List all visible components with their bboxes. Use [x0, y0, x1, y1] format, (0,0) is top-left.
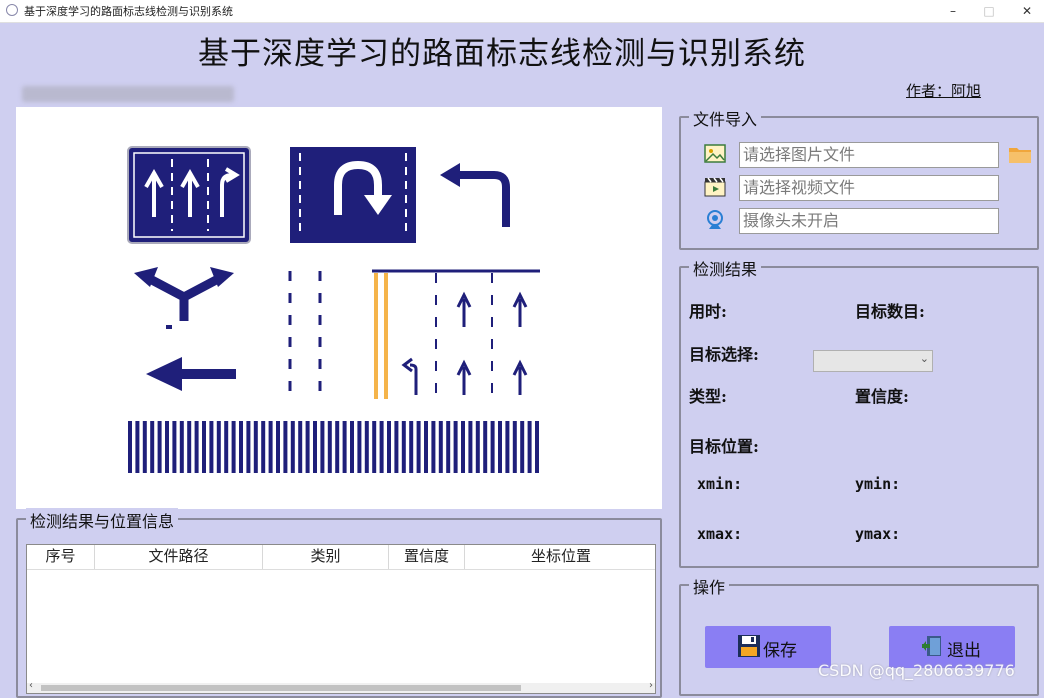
video-file-input[interactable]: 请选择视频文件 — [739, 175, 999, 201]
scroll-left-icon[interactable]: ‹ — [29, 680, 33, 691]
table-header: 序号 文件路径 类别 置信度 坐标位置 — [27, 545, 655, 570]
image-file-input[interactable]: 请选择图片文件 — [739, 142, 999, 168]
count-label: 目标数目: — [855, 302, 925, 321]
ymax-label: ymax: — [855, 525, 901, 543]
file-import-title: 文件导入 — [689, 106, 762, 130]
chevron-down-icon: ⌄ — [919, 352, 929, 365]
target-select-label: 目标选择: — [689, 345, 759, 364]
app-icon — [6, 4, 18, 16]
scrollbar-thumb[interactable] — [41, 685, 521, 691]
time-label: 用时: — [689, 302, 727, 321]
save-icon — [738, 635, 760, 657]
col-file-path[interactable]: 文件路径 — [95, 545, 263, 569]
detect-result-title: 检测结果 — [689, 256, 762, 280]
left-arrow — [146, 357, 236, 391]
target-select[interactable]: ⌄ — [813, 350, 933, 372]
camera-icon[interactable] — [703, 208, 729, 234]
col-class[interactable]: 类别 — [263, 545, 389, 569]
results-table-title: 检测结果与位置信息 — [26, 508, 179, 532]
position-label: 目标位置: — [689, 437, 759, 456]
watermark: CSDN @qq_2806639776 — [818, 661, 1015, 680]
window-title: 基于深度学习的路面标志线检测与识别系统 — [24, 5, 233, 18]
save-button[interactable]: 保存 — [705, 626, 831, 668]
close-button[interactable]: ✕ — [1004, 0, 1044, 22]
operations-title: 操作 — [689, 574, 730, 598]
video-icon[interactable] — [703, 175, 729, 201]
ymin-label: ymin: — [855, 475, 901, 493]
lane-diagram — [372, 269, 540, 399]
author-link[interactable]: 作者：阿旭 — [906, 80, 981, 101]
col-confidence[interactable]: 置信度 — [389, 545, 465, 569]
save-label: 保存 — [763, 641, 797, 661]
left-turn-arrow — [456, 171, 510, 227]
col-index[interactable]: 序号 — [27, 545, 95, 569]
page-title: 基于深度学习的路面标志线检测与识别系统 — [198, 36, 806, 72]
folder-icon[interactable] — [1007, 142, 1033, 168]
scroll-right-icon[interactable]: › — [649, 680, 653, 691]
exit-label: 退出 — [947, 641, 981, 661]
xmax-label: xmax: — [697, 525, 743, 543]
results-table[interactable]: 序号 文件路径 类别 置信度 坐标位置 ‹ › — [26, 544, 656, 694]
exit-door-icon — [922, 636, 941, 656]
crosswalk-stripes — [128, 421, 539, 473]
u-turn-sign — [290, 147, 416, 243]
detect-result-group: 检测结果 用时: 目标数目: 目标选择: ⌄ 类型: 置信度: 目标位置: xm… — [679, 256, 1039, 568]
image-icon[interactable] — [703, 142, 729, 168]
confidence-label: 置信度: — [855, 387, 909, 406]
results-table-group: 检测结果与位置信息 序号 文件路径 类别 置信度 坐标位置 ‹ › — [16, 508, 662, 698]
file-import-group: 文件导入 请选择图片文件 请选择视频文件 摄像头未开启 — [679, 106, 1039, 250]
image-display — [16, 107, 662, 509]
xmin-label: xmin: — [697, 475, 743, 493]
road-marking-image — [127, 146, 540, 473]
col-coordinates[interactable]: 坐标位置 — [465, 545, 655, 569]
fork-arrow — [134, 267, 234, 329]
window-titlebar: 基于深度学习的路面标志线检测与识别系统 – □ ✕ — [0, 0, 1044, 23]
lane-arrows-sign — [127, 146, 251, 244]
type-label: 类型: — [689, 387, 727, 406]
camera-status-field[interactable]: 摄像头未开启 — [739, 208, 999, 234]
blurred-text — [22, 86, 234, 102]
horizontal-scrollbar[interactable]: ‹ › — [27, 680, 655, 693]
